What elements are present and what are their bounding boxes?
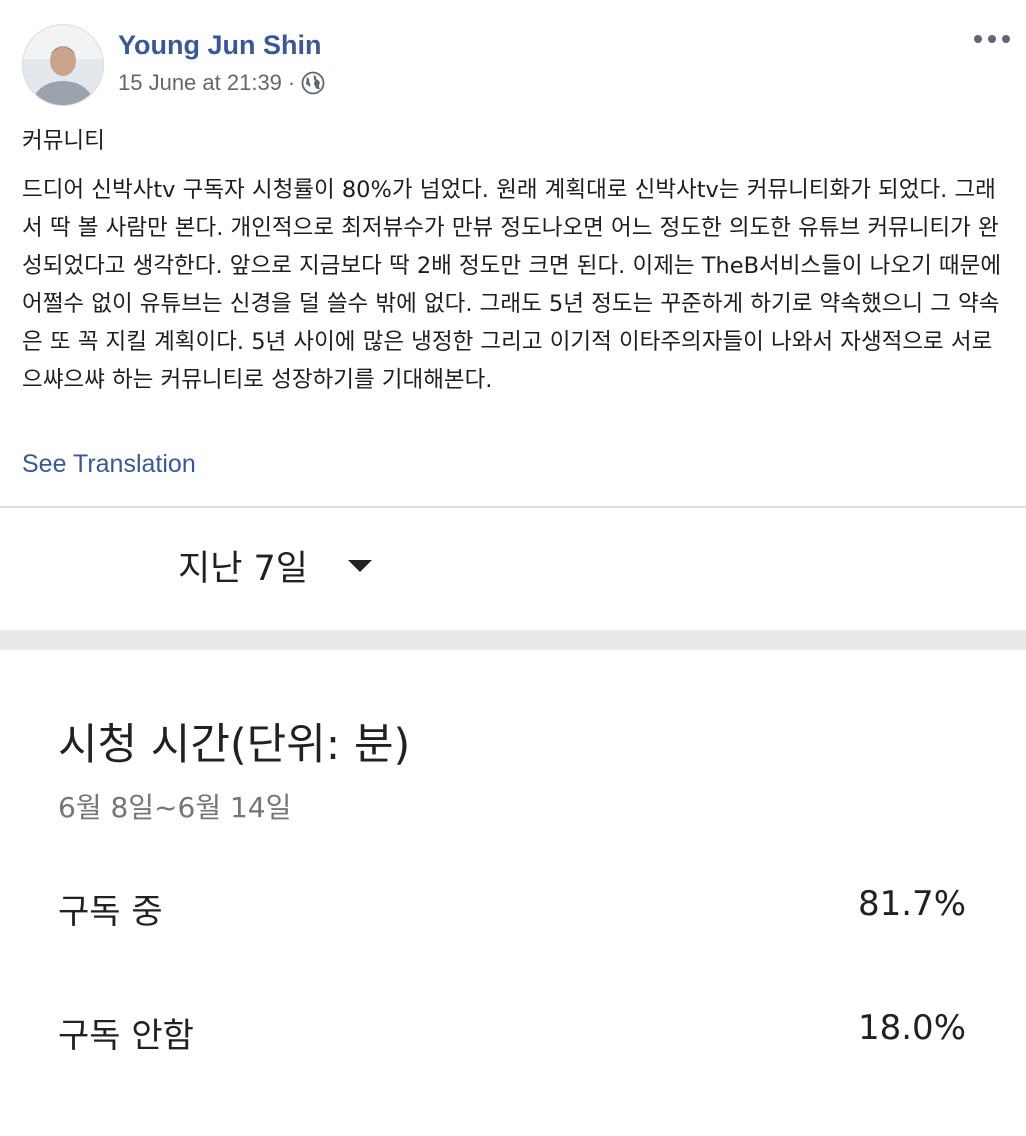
more-dot bbox=[1002, 35, 1010, 43]
watch-time-title: 시청 시간(단위: 분) bbox=[58, 720, 411, 770]
divider bbox=[0, 506, 1026, 508]
post-body: 드디어 신박사tv 구독자 시청률이 80%가 넘었다. 원래 계획대로 신박사… bbox=[22, 177, 1002, 393]
author-avatar[interactable] bbox=[22, 24, 104, 106]
stat-label: 구독 중 bbox=[58, 892, 163, 932]
more-dot bbox=[974, 35, 982, 43]
post-timestamp[interactable]: 15 June at 21:39 bbox=[118, 70, 282, 96]
more-options-icon[interactable] bbox=[974, 28, 1010, 50]
meta-separator: · bbox=[287, 70, 296, 95]
post-text: 커뮤니티 드디어 신박사tv 구독자 시청률이 80%가 넘었다. 원래 계획대… bbox=[22, 122, 1012, 410]
see-translation-link[interactable]: See Translation bbox=[22, 450, 196, 479]
post-title: 커뮤니티 bbox=[22, 128, 105, 154]
stat-row-subscribed: 구독 중 81.7% bbox=[58, 884, 966, 933]
date-range: 6월 8일~6월 14일 bbox=[58, 791, 292, 824]
stat-row-not-subscribed: 구독 안함 18.0% bbox=[58, 1008, 966, 1057]
period-dropdown[interactable]: 지난 7일 bbox=[178, 540, 372, 591]
post-header: Young Jun Shin 15 June at 21:39 · bbox=[22, 24, 1012, 106]
author-name[interactable]: Young Jun Shin bbox=[118, 30, 321, 61]
globe-icon[interactable] bbox=[301, 71, 325, 95]
period-label: 지난 7일 bbox=[178, 549, 308, 589]
post-meta: 15 June at 21:39 · bbox=[118, 70, 325, 96]
stat-value: 18.0% bbox=[857, 1008, 966, 1048]
more-dot bbox=[988, 35, 996, 43]
stat-label: 구독 안함 bbox=[58, 1016, 194, 1056]
stat-value: 81.7% bbox=[857, 884, 966, 924]
caret-down-icon bbox=[348, 559, 372, 572]
section-separator bbox=[0, 630, 1026, 650]
avatar-photo bbox=[23, 25, 103, 105]
